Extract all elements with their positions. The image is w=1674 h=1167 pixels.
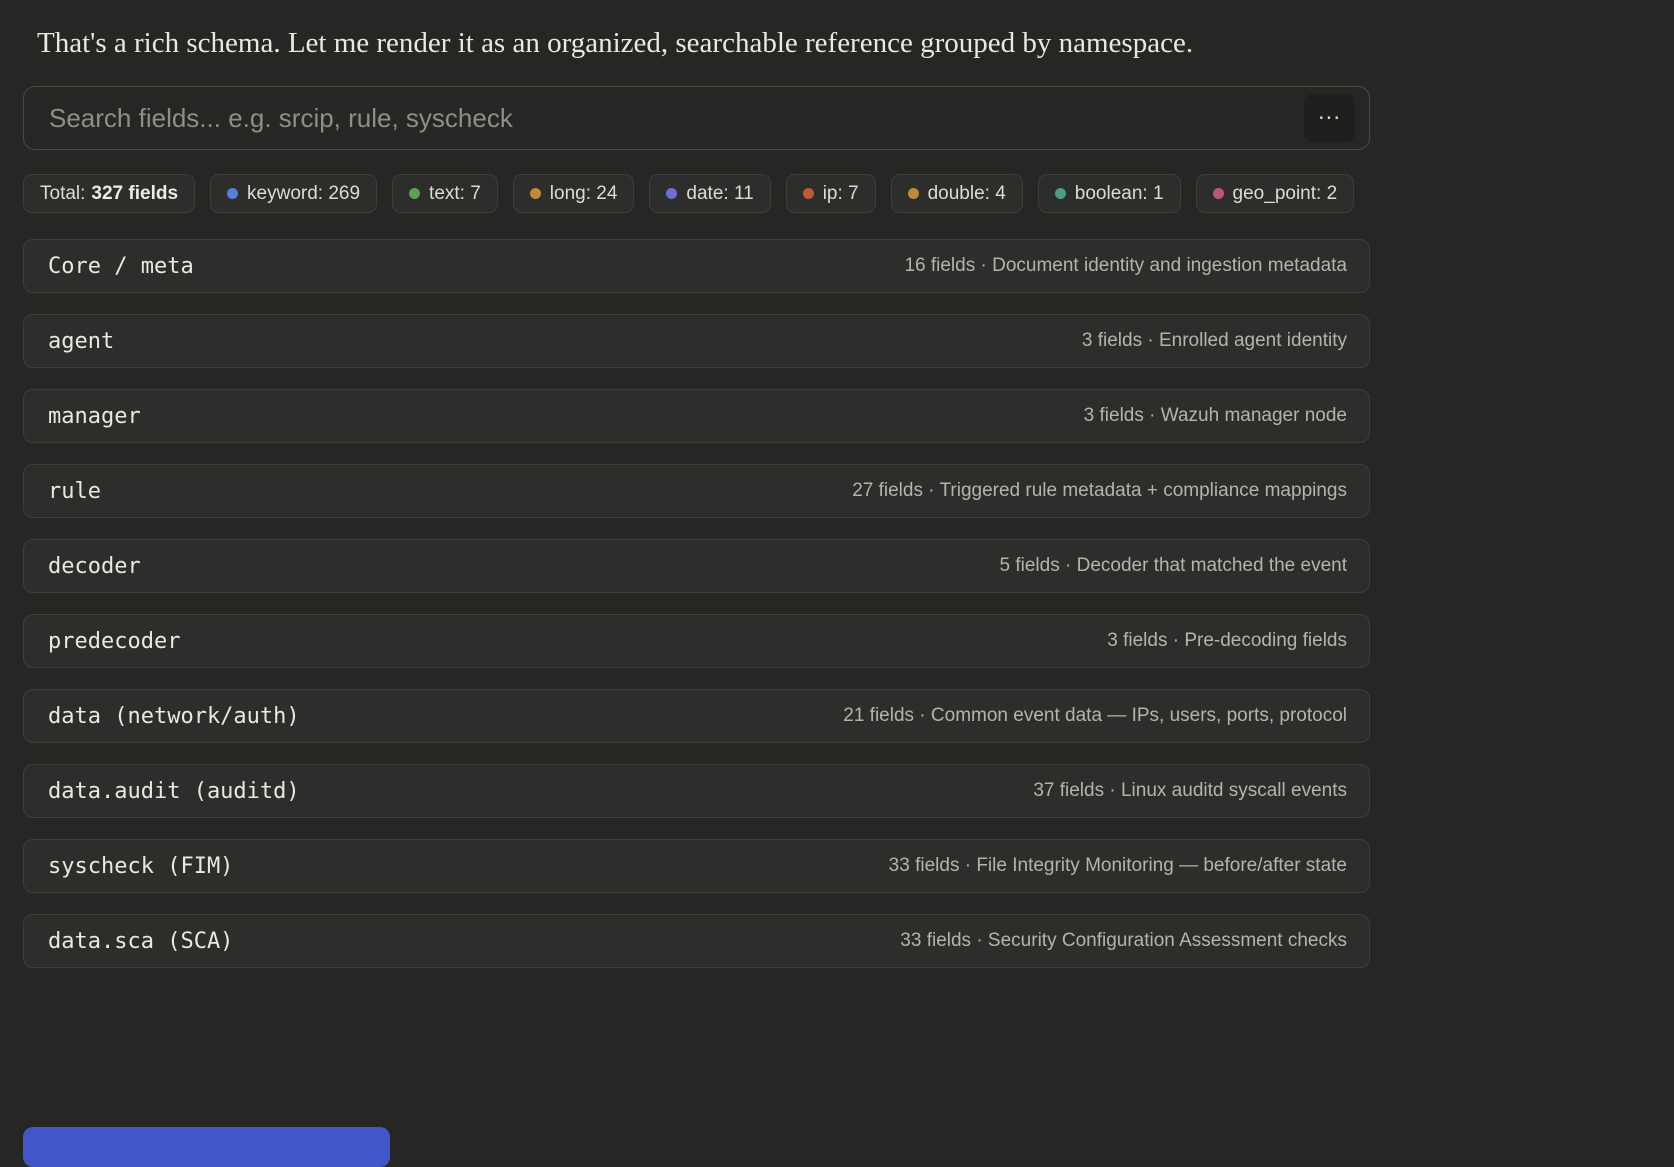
type-chip-long[interactable]: long: 24 — [513, 174, 635, 213]
boolean-type-dot-icon — [1055, 188, 1066, 199]
namespace-name: Core / meta — [48, 254, 194, 279]
namespace-description: 3 fields · Enrolled agent identity — [1082, 330, 1347, 352]
namespace-name: decoder — [48, 554, 141, 579]
namespace-name: data (network/auth) — [48, 704, 300, 729]
namespace-list: Core / meta 16 fields · Document identit… — [23, 239, 1370, 968]
namespace-name: agent — [48, 329, 114, 354]
namespace-row-manager[interactable]: manager 3 fields · Wazuh manager node — [23, 389, 1370, 443]
namespace-name: data.sca (SCA) — [48, 929, 233, 954]
ip-type-dot-icon — [803, 188, 814, 199]
keyword-type-dot-icon — [227, 188, 238, 199]
search-input[interactable] — [49, 103, 1304, 134]
namespace-name: rule — [48, 479, 101, 504]
namespace-row-data-audit[interactable]: data.audit (auditd) 37 fields · Linux au… — [23, 764, 1370, 818]
namespace-description: 21 fields · Common event data — IPs, use… — [843, 705, 1347, 727]
type-chip-label: boolean: 1 — [1075, 183, 1164, 205]
type-chip-date[interactable]: date: 11 — [649, 174, 770, 213]
type-chip-label: date: 11 — [686, 183, 753, 205]
total-label: Total: — [40, 183, 85, 205]
total-fields-badge: Total: 327 fields — [23, 174, 195, 213]
namespace-description: 3 fields · Wazuh manager node — [1084, 405, 1347, 427]
type-chip-ip[interactable]: ip: 7 — [786, 174, 876, 213]
type-chip-boolean[interactable]: boolean: 1 — [1038, 174, 1181, 213]
type-chip-geo-point[interactable]: geo_point: 2 — [1196, 174, 1355, 213]
namespace-description: 33 fields · File Integrity Monitoring — … — [889, 855, 1347, 877]
schema-reference-panel: That's a rich schema. Let me render it a… — [23, 0, 1370, 968]
namespace-row-decoder[interactable]: decoder 5 fields · Decoder that matched … — [23, 539, 1370, 593]
date-type-dot-icon — [666, 188, 677, 199]
namespace-name: manager — [48, 404, 141, 429]
type-chip-double[interactable]: double: 4 — [891, 174, 1023, 213]
double-type-dot-icon — [908, 188, 919, 199]
namespace-description: 3 fields · Pre-decoding fields — [1107, 630, 1347, 652]
overflow-menu-button[interactable]: ... — [1304, 94, 1355, 142]
type-chip-label: text: 7 — [429, 183, 481, 205]
ellipsis-icon: ... — [1318, 100, 1341, 124]
namespace-description: 16 fields · Document identity and ingest… — [904, 255, 1347, 277]
namespace-description: 5 fields · Decoder that matched the even… — [1000, 555, 1347, 577]
namespace-description: 27 fields · Triggered rule metadata + co… — [852, 480, 1347, 502]
namespace-row-data-sca[interactable]: data.sca (SCA) 33 fields · Security Conf… — [23, 914, 1370, 968]
namespace-row-agent[interactable]: agent 3 fields · Enrolled agent identity — [23, 314, 1370, 368]
namespace-row-core-meta[interactable]: Core / meta 16 fields · Document identit… — [23, 239, 1370, 293]
type-chip-label: long: 24 — [550, 183, 618, 205]
type-chip-label: double: 4 — [928, 183, 1006, 205]
partially-visible-bottom-element[interactable] — [23, 1127, 390, 1167]
type-chip-text[interactable]: text: 7 — [392, 174, 498, 213]
type-chip-keyword[interactable]: keyword: 269 — [210, 174, 377, 213]
namespace-row-data-network-auth[interactable]: data (network/auth) 21 fields · Common e… — [23, 689, 1370, 743]
long-type-dot-icon — [530, 188, 541, 199]
namespace-description: 33 fields · Security Configuration Asses… — [900, 930, 1347, 952]
namespace-description: 37 fields · Linux auditd syscall events — [1033, 780, 1347, 802]
namespace-name: syscheck (FIM) — [48, 854, 233, 879]
type-chip-label: geo_point: 2 — [1233, 183, 1338, 205]
namespace-row-predecoder[interactable]: predecoder 3 fields · Pre-decoding field… — [23, 614, 1370, 668]
namespace-name: predecoder — [48, 629, 180, 654]
assistant-message: That's a rich schema. Let me render it a… — [37, 20, 1252, 66]
search-bar: ... — [23, 86, 1370, 150]
namespace-name: data.audit (auditd) — [48, 779, 300, 804]
namespace-row-rule[interactable]: rule 27 fields · Triggered rule metadata… — [23, 464, 1370, 518]
field-type-stats: Total: 327 fields keyword: 269 text: 7 l… — [23, 174, 1370, 213]
type-chip-label: keyword: 269 — [247, 183, 360, 205]
total-value: 327 fields — [91, 183, 178, 205]
text-type-dot-icon — [409, 188, 420, 199]
type-chip-label: ip: 7 — [823, 183, 859, 205]
namespace-row-syscheck[interactable]: syscheck (FIM) 33 fields · File Integrit… — [23, 839, 1370, 893]
geo-point-type-dot-icon — [1213, 188, 1224, 199]
